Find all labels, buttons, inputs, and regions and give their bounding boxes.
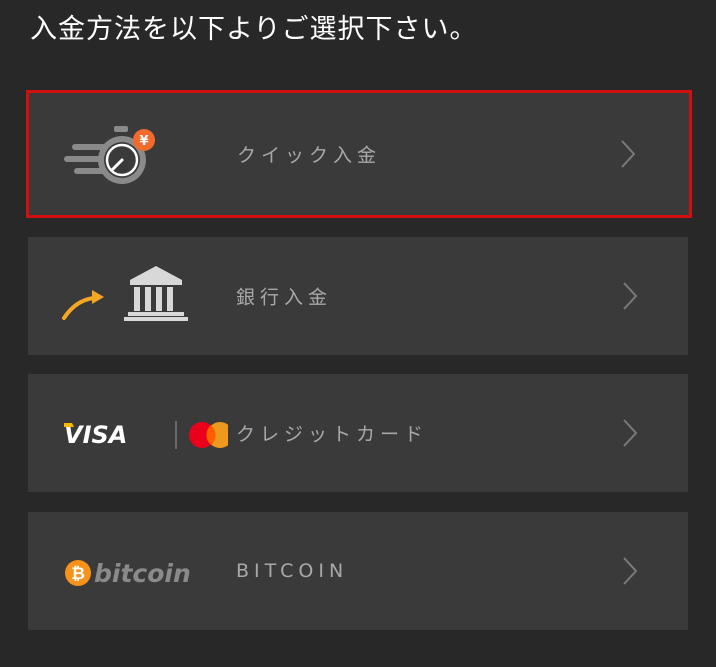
option-label: クレジットカード bbox=[236, 423, 429, 446]
visa-mastercard-icon: VISA bbox=[64, 421, 228, 449]
option-label: BITCOIN bbox=[236, 560, 349, 582]
chevron-right-icon bbox=[621, 140, 636, 168]
option-bank-transfer[interactable]: 銀行入金 bbox=[28, 237, 688, 355]
visa-logo-text: VISA bbox=[64, 421, 127, 449]
bitcoin-logo-icon: ₿ bitcoin bbox=[65, 559, 191, 588]
option-label: クイック入金 bbox=[237, 144, 382, 167]
bitcoin-logo-text: bitcoin bbox=[94, 559, 191, 588]
yen-symbol: ¥ bbox=[139, 134, 148, 149]
chevron-right-icon bbox=[623, 419, 638, 447]
svg-text:₿: ₿ bbox=[71, 564, 85, 584]
option-credit-card[interactable]: VISA クレジットカード bbox=[28, 374, 688, 492]
page-title: 入金方法を以下よりご選択下さい。 bbox=[30, 14, 478, 45]
bank-icon bbox=[62, 266, 188, 321]
option-quick-deposit[interactable]: ¥ クイック入金 bbox=[26, 90, 692, 218]
chevron-right-icon bbox=[623, 557, 638, 585]
payment-method-page: 入金方法を以下よりご選択下さい。 ¥ クイック入金 銀行入金 VISA クレジッ… bbox=[0, 0, 716, 667]
chevron-right-icon bbox=[623, 282, 638, 310]
option-bitcoin[interactable]: ₿ bitcoin BITCOIN bbox=[28, 512, 688, 630]
option-label: 銀行入金 bbox=[236, 286, 333, 309]
stopwatch-yen-icon: ¥ bbox=[64, 126, 155, 184]
